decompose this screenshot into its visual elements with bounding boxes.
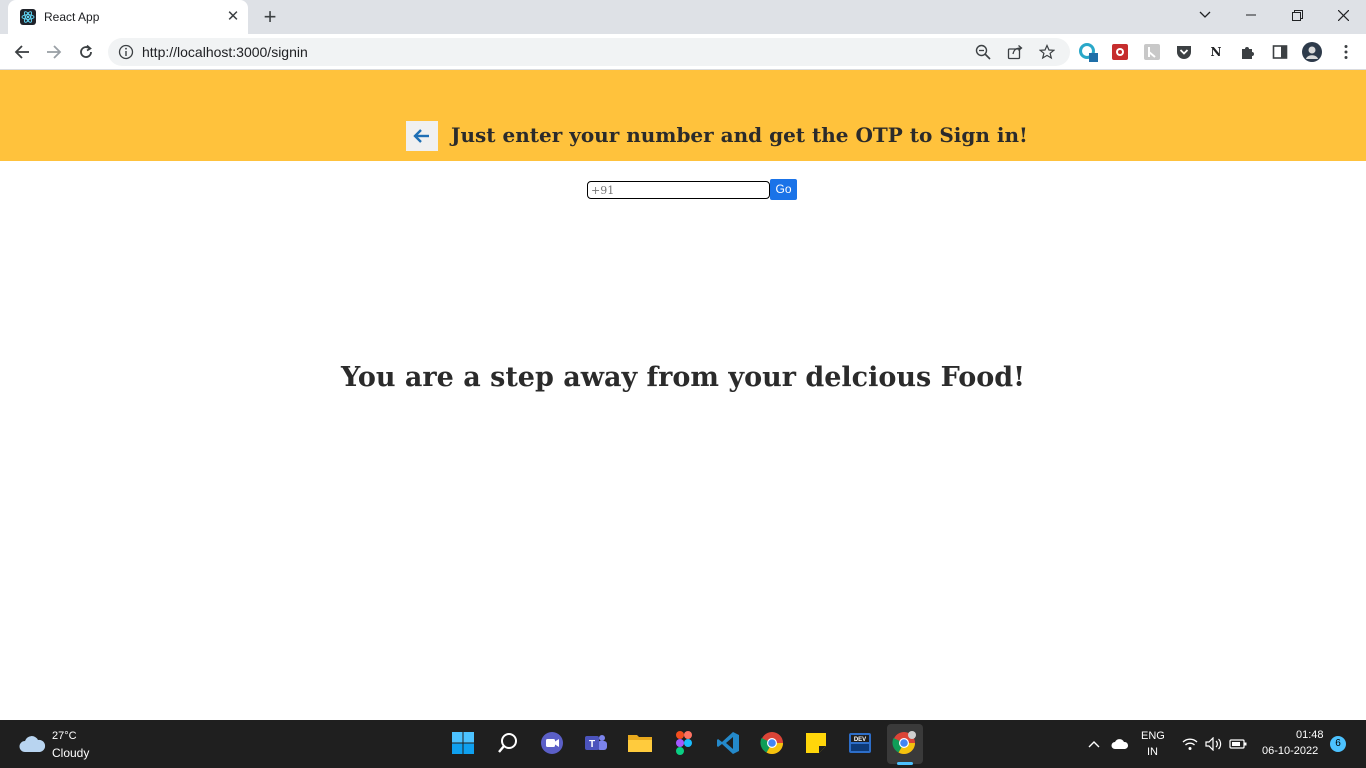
weather-temperature[interactable]: 27°C — [52, 730, 77, 742]
signin-header: Just enter your number and get the OTP t… — [0, 70, 1366, 161]
clock-date[interactable]: 06-10-2022 — [1262, 745, 1318, 757]
windows-start-icon[interactable] — [450, 730, 476, 756]
share-icon[interactable] — [1006, 43, 1024, 61]
tab-title: React App — [44, 10, 100, 24]
back-button[interactable] — [406, 121, 438, 151]
svg-text:DEV: DEV — [854, 737, 866, 743]
svg-text:T: T — [589, 739, 595, 750]
sticky-notes-icon[interactable] — [803, 730, 829, 756]
restore-button[interactable] — [1274, 0, 1320, 30]
side-panel-icon[interactable] — [1270, 42, 1290, 62]
vscode-icon[interactable] — [715, 730, 741, 756]
language-indicator[interactable]: ENG — [1141, 730, 1165, 742]
figma-icon[interactable] — [671, 730, 697, 756]
clock-time[interactable]: 01:48 — [1296, 729, 1324, 741]
devtoys-icon[interactable]: DEV — [847, 730, 873, 756]
new-tab-button[interactable]: + — [258, 6, 282, 28]
onedrive-cloud-icon[interactable] — [1110, 734, 1130, 754]
wifi-icon[interactable] — [1180, 734, 1200, 754]
bookmark-star-icon[interactable] — [1038, 43, 1056, 61]
react-favicon-icon — [20, 9, 36, 25]
header-title: Just enter your number and get the OTP t… — [451, 123, 1028, 147]
more-menu-icon[interactable] — [1336, 42, 1356, 62]
extension-teal-icon[interactable] — [1078, 42, 1098, 62]
phone-number-input[interactable] — [587, 181, 770, 199]
forward-arrow-icon[interactable] — [42, 40, 66, 64]
reload-icon[interactable] — [74, 40, 98, 64]
tab-strip: React App ✕ + — [0, 0, 1366, 34]
extension-grey-icon[interactable] — [1142, 42, 1162, 62]
battery-icon[interactable] — [1228, 734, 1248, 754]
notification-badge[interactable]: 6 — [1330, 736, 1346, 752]
language-region[interactable]: IN — [1147, 746, 1158, 758]
close-window-button[interactable] — [1320, 0, 1366, 30]
profile-avatar[interactable] — [1302, 42, 1322, 62]
teams-chat-icon[interactable] — [539, 730, 565, 756]
tab-close-icon[interactable]: ✕ — [224, 8, 242, 26]
tagline-heading: You are a step away from your delcious F… — [340, 362, 1026, 393]
chevron-up-icon[interactable] — [1084, 734, 1104, 754]
cloud-icon[interactable] — [18, 733, 46, 755]
browser-toolbar: http://localhost:3000/signin 2 N — [0, 34, 1366, 97]
volume-icon[interactable] — [1204, 734, 1224, 754]
taskbar: 27°C Cloudy T DEV ENG IN 01:48 06-10-202… — [0, 720, 1366, 768]
chrome-icon[interactable] — [759, 730, 785, 756]
teams-icon[interactable]: T — [583, 730, 609, 756]
extension-red-icon[interactable] — [1110, 42, 1130, 62]
extensions-puzzle-icon[interactable] — [1238, 42, 1258, 62]
back-arrow-icon[interactable] — [10, 40, 34, 64]
tab-search-icon[interactable] — [1182, 0, 1228, 30]
back-arrow-icon — [413, 129, 429, 143]
zoom-icon[interactable] — [974, 43, 992, 61]
url-text[interactable]: http://localhost:3000/signin — [142, 44, 308, 60]
search-icon[interactable] — [495, 730, 521, 756]
site-info-icon[interactable] — [118, 44, 134, 60]
minimize-button[interactable] — [1228, 0, 1274, 30]
browser-tab[interactable]: React App ✕ — [8, 0, 248, 34]
page-content: Just enter your number and get the OTP t… — [0, 70, 1366, 720]
weather-description[interactable]: Cloudy — [52, 746, 89, 760]
extension-pocket-icon[interactable] — [1174, 42, 1194, 62]
chrome-active-icon[interactable] — [891, 730, 917, 756]
go-button[interactable]: Go — [770, 179, 797, 200]
active-app-indicator — [897, 762, 913, 765]
address-bar[interactable]: http://localhost:3000/signin — [108, 38, 1070, 66]
extension-notion-icon[interactable]: N — [1206, 42, 1226, 62]
file-explorer-icon[interactable] — [627, 730, 653, 756]
